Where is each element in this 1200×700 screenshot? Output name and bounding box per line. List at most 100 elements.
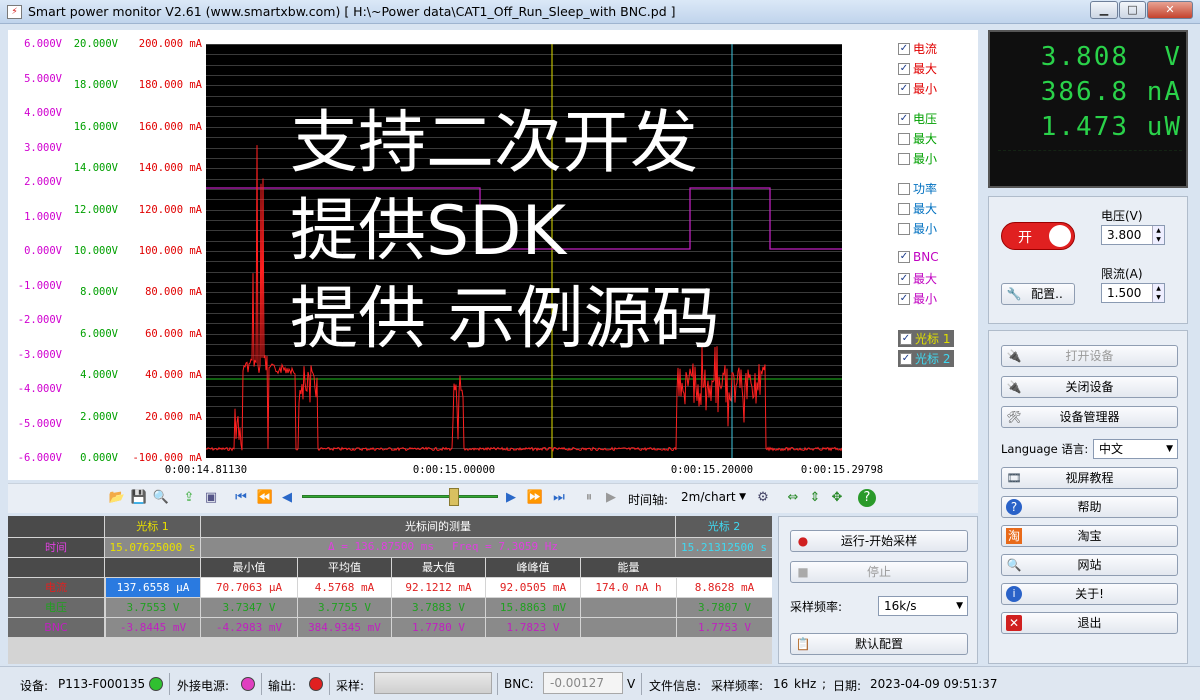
legend-checkbox[interactable]: ✓ 最大 [898, 270, 937, 287]
tools-icon[interactable]: ⚙ [754, 489, 772, 507]
fit-height-icon[interactable]: ⇕ [806, 489, 824, 507]
divider [169, 673, 170, 695]
about-button[interactable]: i 关于! [1001, 583, 1178, 605]
checkbox-empty[interactable] [898, 222, 910, 235]
checkmark-icon[interactable]: ✓ [898, 62, 910, 75]
legend-label: 电压 [913, 112, 938, 126]
exit-button[interactable]: ✕ 退出 [1001, 612, 1178, 634]
legend-checkbox[interactable]: 最大 [898, 130, 937, 147]
checkmark-icon[interactable]: ✓ [898, 42, 910, 55]
stop-button[interactable]: ■ 停止 [790, 561, 968, 583]
legend-checkbox[interactable]: 最小 [898, 220, 937, 237]
legend-checkbox[interactable]: ✓ 光标 2 [898, 350, 955, 367]
skip-end-icon[interactable]: ⏭ [550, 489, 568, 507]
cursor2-header: 光标 2 [676, 516, 772, 537]
taobao-button[interactable]: 淘 淘宝 [1001, 525, 1178, 547]
checkmark-icon[interactable]: ✓ [898, 292, 910, 305]
row-label: BNC [8, 618, 104, 637]
fit-all-icon[interactable]: ✥ [828, 489, 846, 507]
divider [641, 673, 642, 695]
time-axis-select[interactable]: 2m/chart ▼ [676, 488, 750, 508]
divider [261, 673, 262, 695]
voltage-axis-tick: 4.000V [24, 107, 62, 119]
plot-svg [206, 44, 842, 458]
voltage-axis-tick: 3.000V [24, 141, 62, 154]
play-icon[interactable]: ▶ [502, 489, 520, 507]
fast-forward-icon[interactable]: ⏩ [526, 489, 544, 507]
default-config-button[interactable]: 📋 默认配置 [790, 633, 968, 655]
checkbox-empty[interactable] [898, 182, 910, 195]
checkbox-empty[interactable] [898, 152, 910, 165]
checkbox-empty[interactable] [898, 202, 910, 215]
legend-label: 最小 [913, 152, 938, 166]
current-limit-input[interactable]: 1.500 ▲ ▼ [1101, 283, 1165, 303]
output-toggle[interactable]: 开 [1001, 222, 1075, 250]
checkmark-icon[interactable]: ✓ [898, 251, 910, 263]
timeline-slider[interactable] [302, 495, 498, 498]
plot-area[interactable] [206, 44, 842, 458]
legend-checkbox[interactable]: ✓ 最小 [898, 80, 937, 97]
save-icon[interactable]: 💾 [130, 489, 148, 507]
rewind-icon[interactable]: ⏪ [256, 489, 274, 507]
timeline-slider-thumb[interactable] [449, 488, 459, 506]
legend-checkbox[interactable]: ✓ 电流 [898, 40, 937, 57]
close-button[interactable]: ✕ [1147, 1, 1193, 19]
checkbox-empty[interactable] [898, 132, 910, 145]
current-axis-tick: 180.000 mA [138, 79, 202, 92]
checkmark-icon[interactable]: ✓ [900, 352, 912, 365]
row-label: 电压 [8, 598, 104, 617]
video-tutorial-button[interactable]: 🎞 视屏教程 [1001, 467, 1178, 489]
legend-checkbox[interactable]: 最小 [898, 150, 937, 167]
help-icon[interactable]: ? [858, 489, 876, 507]
close-device-button[interactable]: 🔌 关闭设备 [1001, 376, 1178, 398]
measure-cell: 1.7823 V [486, 618, 580, 637]
zoom-icon[interactable]: 🔍 [152, 489, 170, 507]
step-back-icon[interactable]: ◀ [278, 489, 296, 507]
voltage-set-input[interactable]: 3.800 ▲ ▼ [1101, 225, 1165, 245]
device-manager-button[interactable]: 🛠 设备管理器 [1001, 406, 1178, 428]
spin-arrows-icon[interactable]: ▲ ▼ [1152, 284, 1164, 302]
export-icon[interactable]: ⇪ [180, 489, 198, 507]
chevron-down-icon: ▼ [956, 601, 963, 611]
app-icon: ⚡ [7, 5, 22, 19]
checkmark-icon[interactable]: ✓ [900, 332, 912, 345]
spin-arrows-icon[interactable]: ▲ ▼ [1152, 226, 1164, 244]
legend-checkbox[interactable]: ✓ BNC [898, 250, 939, 264]
language-select[interactable]: 中文 ▼ [1093, 439, 1178, 459]
skip-start-icon[interactable]: ⏮ [232, 489, 250, 507]
legend-checkbox[interactable]: ✓ 最大 [898, 60, 937, 77]
status-bar: 设备: P113-F000135 外接电源: 输出: 采样: BNC: -0.0… [0, 666, 1200, 700]
maximize-button[interactable]: □ [1119, 1, 1146, 19]
legend-checkbox[interactable]: 最大 [898, 200, 937, 217]
config-button[interactable]: 🔧 配置.. [1001, 283, 1075, 305]
current-axis-tick: 160.000 mA [138, 120, 202, 133]
time-axis-tick: 0:00:14.81130 [164, 464, 248, 476]
minimize-button[interactable]: ▁ [1090, 1, 1118, 19]
legend-checkbox[interactable]: 功率 [898, 180, 937, 197]
divider [497, 673, 498, 695]
legend-checkbox[interactable]: ✓ 光标 1 [898, 330, 955, 347]
help-button[interactable]: ? 帮助 [1001, 496, 1178, 518]
website-button[interactable]: 🔍 网站 [1001, 554, 1178, 576]
floppy-icon[interactable]: ▣ [202, 489, 220, 507]
ext-power-led [241, 677, 255, 691]
question-icon: ? [1006, 499, 1022, 515]
voltage-set-value: 3.800 [1107, 228, 1142, 242]
lcd-dim-row [998, 150, 1182, 176]
legend-checkbox[interactable]: ✓ 最小 [898, 290, 937, 307]
checkmark-icon[interactable]: ✓ [898, 82, 910, 95]
legend-checkbox[interactable]: ✓ 电压 [898, 110, 937, 127]
measure-cell: 1.7753 V [677, 618, 772, 637]
divider [329, 673, 330, 695]
run-button[interactable]: ● 运行-开始采样 [790, 530, 968, 552]
checkmark-icon[interactable]: ✓ [898, 272, 910, 285]
pause-icon[interactable]: ⏸ [580, 489, 598, 507]
current-axis-tick: 200.000 mA [138, 38, 202, 50]
stop-play-icon[interactable]: ▶ [602, 489, 620, 507]
sample-rate-select[interactable]: 16k/s ▼ [878, 596, 968, 616]
open-device-button[interactable]: 🔌 打开设备 [1001, 345, 1178, 367]
lcd-power-row: 1.473 uW [998, 112, 1182, 142]
open-file-icon[interactable]: 📂 [108, 489, 126, 507]
checkmark-icon[interactable]: ✓ [898, 112, 910, 125]
fit-width-icon[interactable]: ⇔ [784, 489, 802, 507]
